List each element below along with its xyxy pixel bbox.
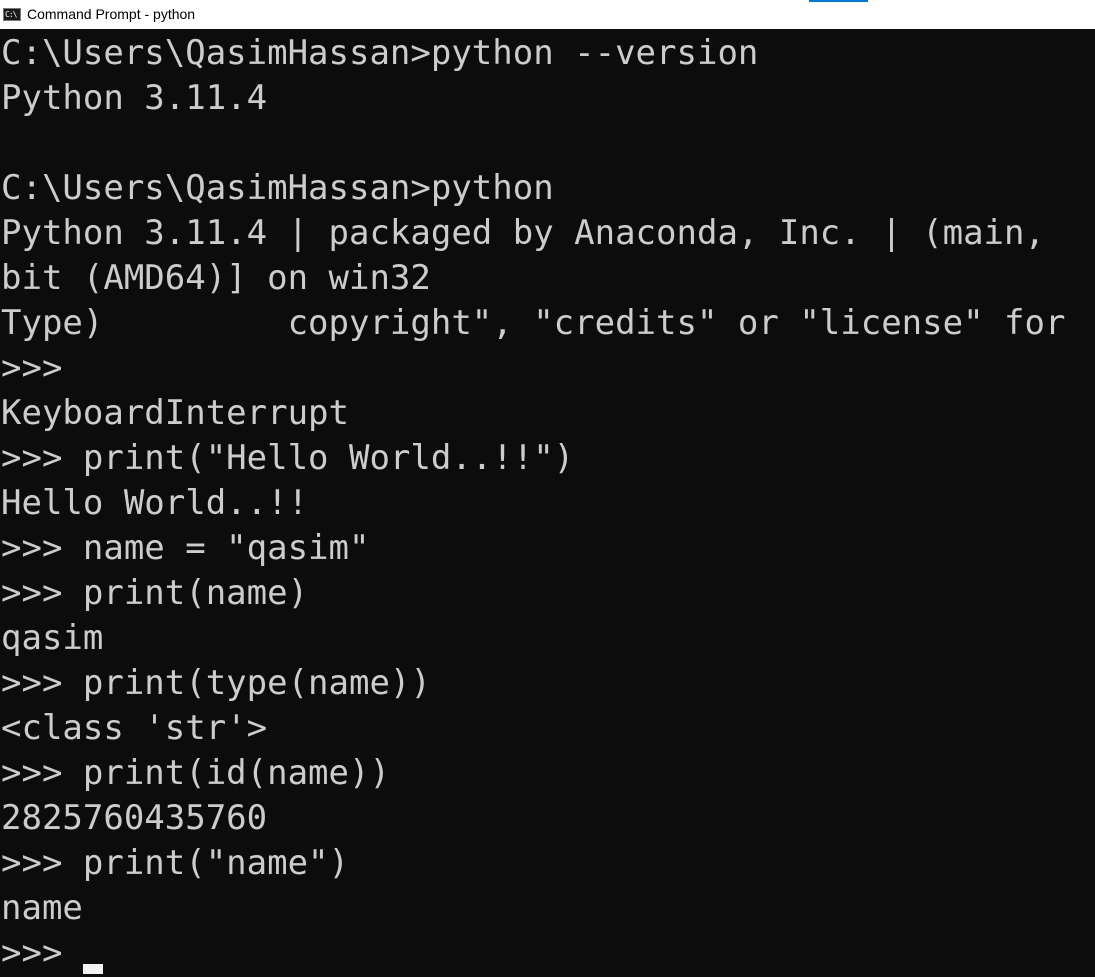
console-line: bit (AMD64)] on win32 (1, 258, 431, 298)
console-line: Type) copyright", "credits" or "license"… (1, 303, 1066, 343)
cmd-icon-glyph: C:\ (5, 10, 17, 19)
console-line: >>> (1, 348, 63, 388)
console-line: Python 3.11.4 (1, 78, 268, 118)
console-line: >>> print(name) (1, 573, 309, 613)
command-prompt-window: C:\ Command Prompt - python C:\Users\Qas… (0, 0, 1095, 977)
text-cursor (82, 964, 103, 974)
console-line: >>> print("name") (1, 843, 349, 883)
console-line: C:\Users\QasimHassan>python (1, 168, 554, 208)
console-line: Python 3.11.4 | packaged by Anaconda, In… (1, 213, 1045, 253)
console-line: name (1, 888, 83, 928)
window-title: Command Prompt - python (27, 6, 196, 22)
cmd-icon: C:\ (3, 8, 21, 21)
console-line: C:\Users\QasimHassan>python --version (1, 33, 759, 73)
console-line: >>> print("Hello World..!!") (1, 438, 575, 478)
console-line: 2825760435760 (1, 798, 268, 838)
console-line: qasim (1, 618, 104, 658)
title-bar[interactable]: C:\ Command Prompt - python (0, 0, 1095, 29)
console-line: >>> name = "qasim" (1, 528, 370, 568)
console-line: Hello World..!! (1, 483, 309, 523)
input-line[interactable]: >>> (1, 931, 1095, 976)
console-line: >>> print(id(name)) (1, 753, 390, 793)
current-prompt: >>> (1, 933, 83, 973)
console-line: >>> print(type(name)) (1, 663, 431, 703)
console-line: KeyboardInterrupt (1, 393, 349, 433)
title-bar-accent (809, 0, 868, 2)
console-output[interactable]: C:\Users\QasimHassan>python --version Py… (1, 31, 1095, 977)
console-line: <class 'str'> (1, 708, 268, 748)
